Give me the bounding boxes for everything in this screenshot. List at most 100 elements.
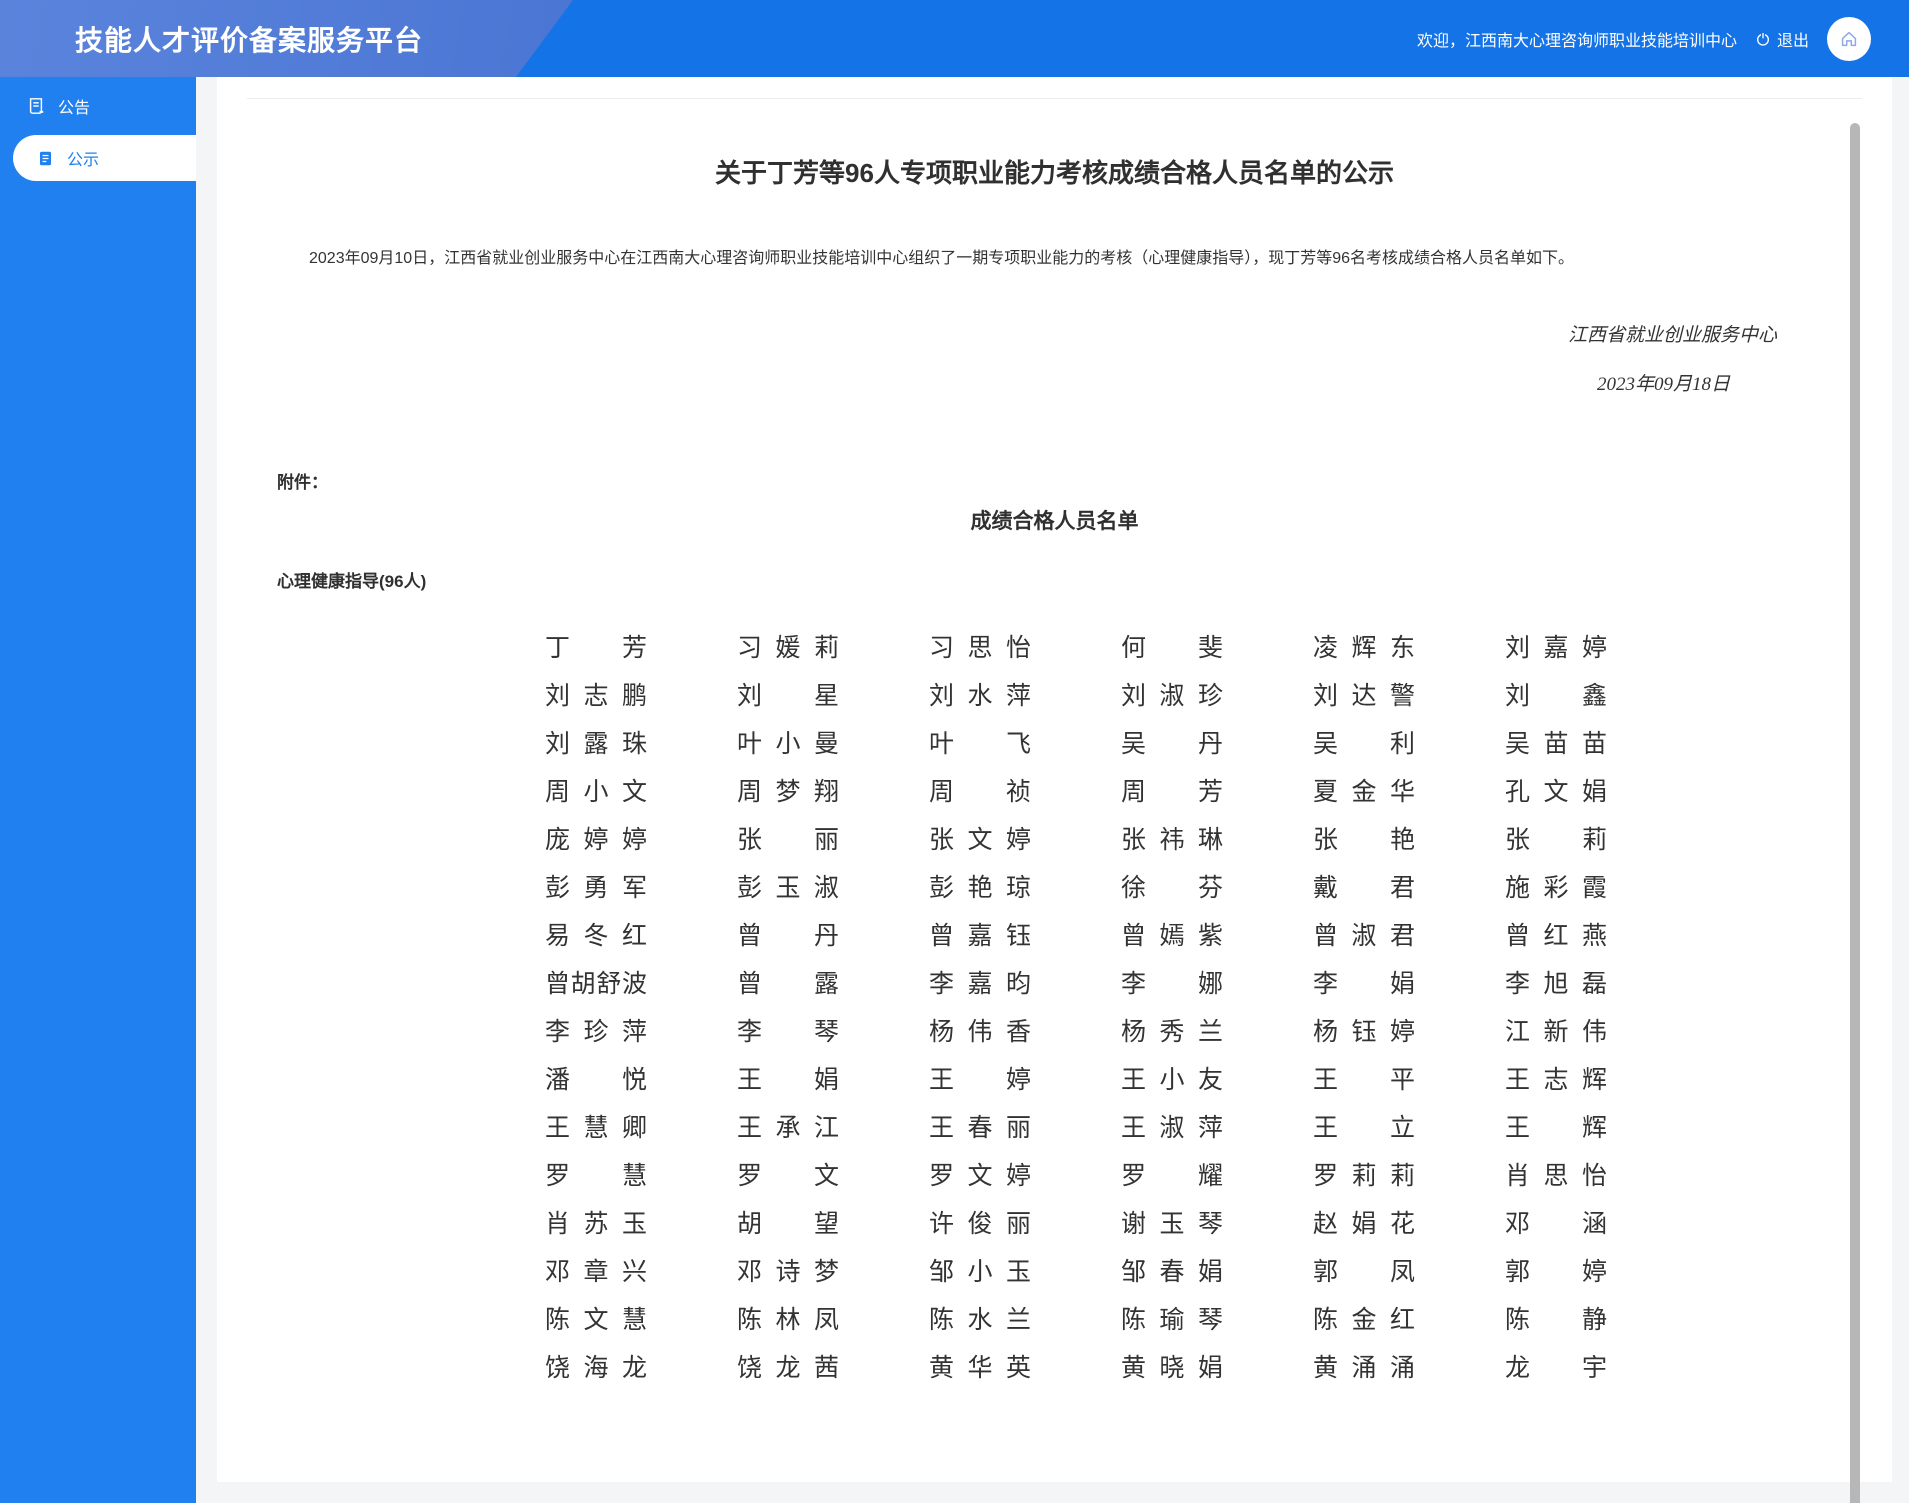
header-right: 欢迎，江西南大心理咨询师职业技能培训中心 退出	[1417, 0, 1871, 77]
person-name: 施彩霞	[1505, 873, 1607, 902]
name-grid: 丁芳 习媛莉 习思怡 何斐 凌辉东 刘嘉婷 刘志鹏 刘星 刘水萍 刘淑珍 刘达警 刘鑫 刘露珠 叶小曼 叶飞…	[545, 624, 1832, 1392]
person-name: 彭玉淑	[737, 873, 839, 902]
person-name: 罗耀	[1121, 1161, 1223, 1190]
person-name: 邹小玉	[929, 1257, 1031, 1286]
notice-body: 2023年09月10日，江西省就业创业服务中心在江西南大心理咨询师职业技能培训中…	[309, 250, 1574, 267]
list-title: 成绩合格人员名单	[970, 509, 1139, 533]
person-name: 习媛莉	[737, 633, 839, 662]
power-icon	[1756, 31, 1769, 46]
person-name: 潘悦	[545, 1065, 647, 1094]
person-name: 陈林凤	[737, 1305, 839, 1334]
person-name: 罗莉莉	[1313, 1161, 1415, 1190]
person-name: 何斐	[1121, 633, 1223, 662]
sidebar-item-label: 公告	[58, 100, 91, 117]
person-name: 刘露珠	[545, 729, 647, 758]
person-name: 黄华英	[929, 1353, 1031, 1382]
person-name: 杨钰婷	[1313, 1017, 1415, 1046]
issue-date: 2023年09月18日	[1596, 373, 1730, 395]
person-name: 李嘉昀	[929, 969, 1031, 998]
person-name: 张丽	[737, 825, 839, 854]
person-name: 郭凤	[1313, 1257, 1415, 1286]
person-name: 江新伟	[1505, 1017, 1607, 1046]
home-button[interactable]	[1827, 16, 1871, 61]
person-name: 邓涵	[1505, 1209, 1607, 1238]
person-name: 凌辉东	[1313, 633, 1415, 662]
person-name: 叶飞	[929, 729, 1031, 758]
person-name: 陈静	[1505, 1305, 1607, 1334]
person-name: 李旭磊	[1505, 969, 1607, 998]
person-name: 曾胡舒波	[545, 969, 647, 998]
person-name: 王慧卿	[545, 1113, 647, 1142]
person-name: 李珍萍	[545, 1017, 647, 1046]
home-icon	[1841, 31, 1857, 46]
person-name: 吴利	[1313, 729, 1415, 758]
person-name: 罗文婷	[929, 1161, 1031, 1190]
announcement-icon	[29, 98, 44, 114]
person-name: 曾淑君	[1313, 921, 1415, 950]
person-name: 曾露	[737, 969, 839, 998]
logout-label: 退出	[1776, 32, 1809, 50]
person-name: 刘淑珍	[1121, 681, 1223, 710]
person-name: 吴苗苗	[1505, 729, 1607, 758]
person-name: 曾丹	[737, 921, 839, 950]
person-name: 王平	[1313, 1065, 1415, 1094]
person-name: 张祎琳	[1121, 825, 1223, 854]
person-name: 周芳	[1121, 777, 1223, 806]
person-name: 吴丹	[1121, 729, 1223, 758]
person-name: 王小友	[1121, 1065, 1223, 1094]
person-name: 陈金红	[1313, 1305, 1415, 1334]
person-name: 王淑萍	[1121, 1113, 1223, 1142]
person-name: 曾嘉钰	[929, 921, 1031, 950]
person-name: 李娟	[1313, 969, 1415, 998]
person-name: 戴君	[1313, 873, 1415, 902]
app-header: 技能人才评价备案服务平台 欢迎，江西南大心理咨询师职业技能培训中心 退出	[0, 0, 1909, 77]
person-name: 胡望	[737, 1209, 839, 1238]
person-name: 张艳	[1313, 825, 1415, 854]
app-title: 技能人才评价备案服务平台	[75, 24, 424, 56]
notice-title: 关于丁芳等96人专项职业能力考核成绩合格人员名单的公示	[715, 158, 1394, 188]
person-name: 李娜	[1121, 969, 1223, 998]
person-name: 彭勇军	[545, 873, 647, 902]
person-name: 陈水兰	[929, 1305, 1031, 1334]
welcome-text: 欢迎，江西南大心理咨询师职业技能培训中心	[1416, 32, 1737, 50]
person-name: 黄晓娟	[1121, 1353, 1223, 1382]
document-icon	[39, 151, 52, 165]
person-name: 王辉	[1505, 1113, 1607, 1142]
person-name: 许俊丽	[929, 1209, 1031, 1238]
attachment-label: 附件：	[277, 472, 328, 492]
person-name: 徐芬	[1121, 873, 1223, 902]
person-name: 王娟	[737, 1065, 839, 1094]
person-name: 易冬红	[545, 921, 647, 950]
person-name: 陈瑜琴	[1121, 1305, 1223, 1334]
notice-card: ← 返回 关于丁芳等96人专项职业能力考核成绩合格人员名单的公示 2023年09…	[217, 22, 1892, 1503]
person-name: 杨秀兰	[1121, 1017, 1223, 1046]
person-name: 夏金华	[1313, 777, 1415, 806]
person-name: 刘水萍	[929, 681, 1031, 710]
category-label: 心理健康指导(96人)	[277, 571, 427, 591]
sidebar-item-public-notice[interactable]: 公示	[13, 135, 196, 181]
scrollbar-thumb[interactable]	[1850, 123, 1860, 1503]
person-name: 张莉	[1505, 825, 1607, 854]
sidebar-item-label: 公示	[67, 152, 100, 169]
person-name: 周梦翔	[737, 777, 839, 806]
person-name: 谢玉琴	[1121, 1209, 1223, 1238]
person-name: 肖苏玉	[545, 1209, 647, 1238]
content-area: ← 返回 关于丁芳等96人专项职业能力考核成绩合格人员名单的公示 2023年09…	[196, 0, 1909, 1503]
sidebar-item-announcements[interactable]: 公告	[0, 81, 196, 131]
sidebar: 公告 公示	[0, 77, 196, 1503]
notice-document: 关于丁芳等96人专项职业能力考核成绩合格人员名单的公示 2023年09月10日，…	[217, 153, 1892, 1392]
person-name: 王春丽	[929, 1113, 1031, 1142]
person-name: 庞婷婷	[545, 825, 647, 854]
person-name: 邓诗梦	[737, 1257, 839, 1286]
person-name: 刘星	[737, 681, 839, 710]
person-name: 叶小曼	[737, 729, 839, 758]
person-name: 罗慧	[545, 1161, 647, 1190]
person-name: 彭艳琼	[929, 873, 1031, 902]
person-name: 李琴	[737, 1017, 839, 1046]
person-name: 刘嘉婷	[1505, 633, 1607, 662]
person-name: 赵娟花	[1313, 1209, 1415, 1238]
person-name: 丁芳	[545, 633, 647, 662]
logout-button[interactable]: 退出	[1755, 27, 1809, 51]
person-name: 邓章兴	[545, 1257, 647, 1286]
person-name: 刘志鹏	[545, 681, 647, 710]
